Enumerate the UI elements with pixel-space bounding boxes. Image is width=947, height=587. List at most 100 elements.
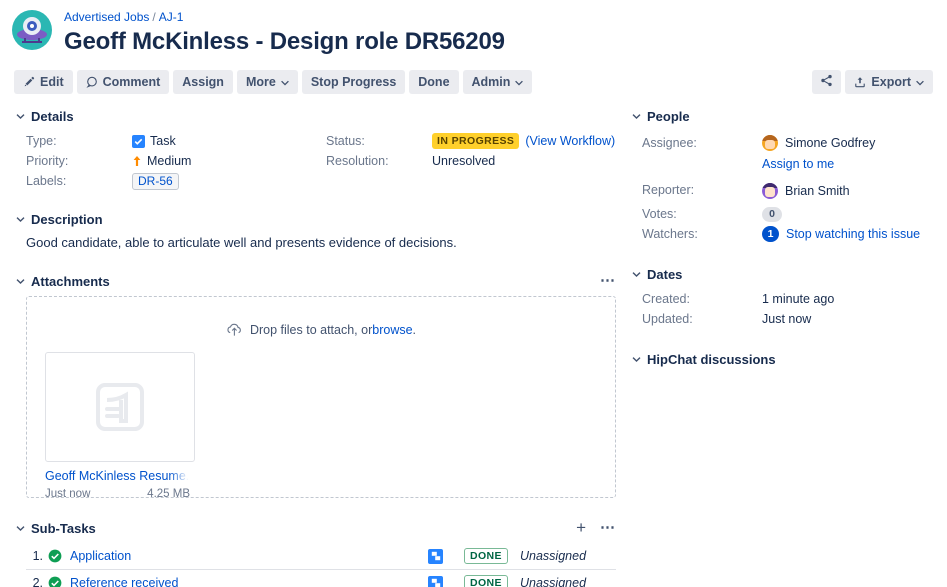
people-grid: Assignee: Simone Godfrey Assign to me Re…	[642, 131, 947, 244]
attachment-filename[interactable]: Geoff McKinless Resume.p	[45, 469, 195, 485]
type-value: Task	[132, 131, 191, 151]
attachment-thumbnail[interactable]	[45, 352, 195, 462]
subtask-title: Application	[70, 549, 428, 563]
attachments-heading: Attachments	[31, 273, 110, 289]
reporter-row: Reporter: Brian Smith	[642, 177, 947, 204]
assign-to-me-link[interactable]: Assign to me	[762, 157, 834, 171]
label-tag[interactable]: DR-56	[132, 172, 179, 190]
admin-button[interactable]: Admin	[462, 70, 533, 94]
attachment-item[interactable]: Geoff McKinless Resume.p Just now 4.25 M…	[45, 352, 195, 500]
avatar	[762, 135, 778, 151]
document-placeholder-icon	[96, 383, 144, 431]
share-button[interactable]	[812, 70, 842, 94]
assign-to-me-row: Assign to me	[762, 157, 947, 171]
description-body: Good candidate, able to articulate well …	[26, 235, 457, 250]
toolbar-right-actions: Export	[812, 70, 937, 94]
page-header: Advertised Jobs / AJ-1 Geoff McKinless - D…	[0, 0, 947, 94]
export-button[interactable]: Export	[845, 70, 933, 94]
chevron-down-icon	[14, 525, 26, 532]
people-module-header[interactable]: People	[630, 107, 947, 125]
priority-value: Medium	[132, 151, 191, 171]
subtask-number: 1.	[32, 549, 43, 563]
votes-label: Votes:	[642, 206, 677, 221]
hipchat-module-header[interactable]: HipChat discussions	[630, 350, 947, 368]
breadcrumb-separator: /	[152, 10, 156, 24]
breadcrumb-issue-link[interactable]: AJ-1	[159, 10, 184, 24]
assignee-value: Simone Godfrey	[762, 135, 875, 151]
status-value: IN PROGRESS (View Workflow)	[432, 131, 615, 151]
type-value-text: Task	[150, 134, 176, 148]
attachment-time: Just now	[45, 488, 91, 500]
attachments-dropzone[interactable]: Drop files to attach, or browse. Geoff M…	[26, 296, 616, 500]
subtask-done-check-icon	[48, 549, 70, 563]
breadcrumb: Advertised Jobs / AJ-1	[64, 8, 505, 24]
assign-button[interactable]: Assign	[173, 70, 233, 94]
admin-button-label: Admin	[471, 75, 511, 89]
labels-value: DR-56	[132, 171, 191, 191]
table-row[interactable]: 1. Application DONE Unassigned	[26, 543, 616, 570]
comment-button[interactable]: Comment	[76, 70, 170, 94]
chevron-down-icon	[916, 75, 924, 89]
attachments-more-options-icon[interactable]: ⋯	[600, 273, 616, 288]
drop-text-before: Drop files to attach, or	[249, 322, 373, 337]
edit-button[interactable]: Edit	[14, 70, 73, 94]
subtask-link[interactable]: Reference received	[70, 576, 178, 587]
watchers-badge: 1	[762, 226, 779, 242]
status-badge: DONE	[464, 575, 508, 587]
avatar	[762, 182, 778, 199]
chevron-down-icon	[14, 113, 26, 120]
resolution-value: Unresolved	[432, 154, 496, 168]
stop-progress-button[interactable]: Stop Progress	[301, 70, 406, 94]
type-label: Type:	[26, 134, 57, 148]
table-row[interactable]: 2. Reference received DONE Unassigned	[26, 570, 616, 587]
details-grid: Type: Priority: Labels: Task Medium DR-5…	[26, 131, 630, 191]
subtasks-list: 1. Application DONE Unassigned 2. Refere…	[26, 543, 616, 587]
assignee-row: Assignee: Simone Godfrey	[642, 131, 947, 155]
watchers-row: Watchers: 1 Stop watching this issue	[642, 224, 947, 244]
subtask-assignee: Unassigned	[520, 576, 587, 587]
breadcrumb-project-link[interactable]: Advertised Jobs	[64, 10, 149, 24]
status-badge: IN PROGRESS	[432, 133, 520, 149]
created-value: 1 minute ago	[762, 292, 835, 306]
share-icon	[820, 74, 833, 90]
issue-toolbar: Edit Comment Assign More Stop Progress D…	[0, 70, 947, 94]
view-workflow-link[interactable]: (View Workflow)	[525, 131, 615, 151]
page-title: Geoff McKinless - Design role DR56209	[64, 28, 505, 55]
details-left-pair: Type: Priority: Labels: Task Medium DR-5…	[26, 131, 326, 191]
chevron-down-icon	[14, 278, 26, 285]
export-upload-icon	[854, 76, 866, 88]
attachments-module-header[interactable]: Attachments ⋯	[14, 272, 630, 290]
browse-link[interactable]: browse	[372, 323, 412, 337]
subtask-title: Reference received	[70, 576, 428, 587]
description-module-header[interactable]: Description	[14, 210, 630, 228]
stop-watching-link[interactable]: Stop watching this issue	[786, 227, 920, 241]
subtasks-module-header[interactable]: Sub-Tasks + ⋯	[14, 519, 630, 537]
done-button[interactable]: Done	[409, 70, 459, 94]
subtask-type-icon-cell	[428, 575, 464, 587]
created-label: Created:	[642, 291, 690, 306]
more-button[interactable]: More	[236, 70, 298, 94]
status-badge: DONE	[464, 548, 508, 564]
sidebar-column: People Assignee: Simone Godfrey Assign t…	[630, 107, 947, 587]
subtasks-more-options-icon[interactable]: ⋯	[600, 520, 616, 535]
dates-module-header[interactable]: Dates	[630, 265, 947, 283]
votes-row: Votes: 0	[642, 204, 947, 224]
add-subtask-icon[interactable]: +	[576, 519, 586, 536]
comment-bubble-icon	[86, 76, 98, 88]
drop-text-after: .	[412, 322, 417, 337]
assignee-name: Simone Godfrey	[785, 136, 876, 150]
chevron-down-icon	[630, 113, 642, 120]
assign-button-label: Assign	[182, 75, 224, 89]
reporter-value: Brian Smith	[762, 182, 850, 199]
reporter-name: Brian Smith	[785, 183, 850, 198]
upload-cloud-icon	[226, 322, 243, 337]
labels-label: Labels:	[26, 174, 67, 188]
subtask-type-icon	[428, 575, 443, 587]
details-module-header[interactable]: Details	[14, 107, 630, 125]
updated-row: Updated: Just now	[642, 309, 947, 329]
watchers-label: Watchers:	[642, 226, 698, 241]
subtask-link[interactable]: Application	[70, 549, 131, 563]
chevron-down-icon	[280, 75, 289, 89]
votes-badge: 0	[762, 206, 782, 222]
chevron-down-icon	[14, 216, 26, 223]
